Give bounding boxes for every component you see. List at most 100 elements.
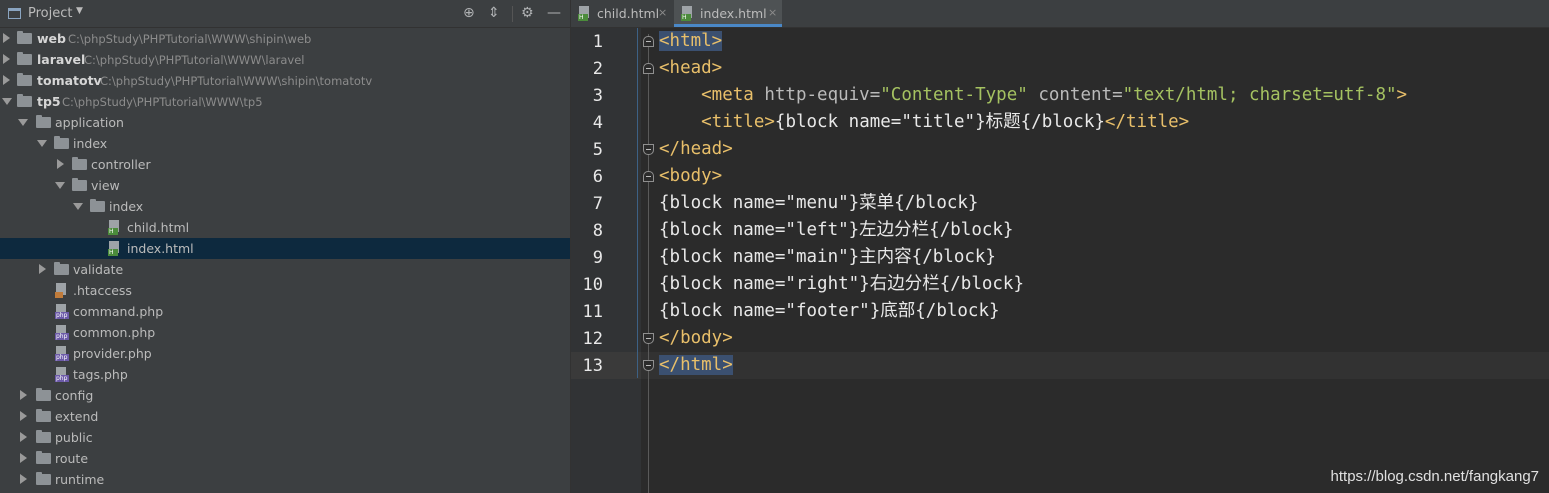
tree-item-validate[interactable]: validate — [0, 259, 570, 280]
chevron-down-icon[interactable] — [18, 119, 28, 126]
code-line-12[interactable]: </body> — [659, 325, 733, 352]
code-token: {block name="menu"}菜单{/block} — [659, 193, 979, 213]
chevron-down-icon[interactable] — [73, 203, 83, 210]
chevron-right-icon[interactable] — [57, 159, 64, 169]
chevron-right-icon[interactable] — [3, 33, 10, 43]
code-token: {block name="left"}左边分栏{/block} — [659, 220, 1014, 240]
chevron-right-icon[interactable] — [3, 54, 10, 64]
tree-item-htaccess[interactable]: .htaccess — [0, 280, 570, 301]
close-icon[interactable]: × — [768, 6, 777, 19]
tree-item-index-html[interactable]: H index.html — [0, 238, 570, 259]
folder-icon — [17, 94, 32, 107]
tree-item-laravel[interactable]: laravel C:\phpStudy\PHPTutorial\WWW\lara… — [0, 49, 570, 70]
tree-item-tomatotv[interactable]: tomatotv C:\phpStudy\PHPTutorial\WWW\shi… — [0, 70, 570, 91]
tree-item-route[interactable]: route — [0, 448, 570, 469]
fold-toggle-icon[interactable] — [643, 63, 654, 74]
tree-item-application[interactable]: application — [0, 112, 570, 133]
tree-item-common-php[interactable]: php common.php — [0, 322, 570, 343]
tree-item-label: view — [91, 178, 120, 193]
line-number: 8 — [592, 221, 603, 241]
tree-item-label: tomatotv — [37, 73, 102, 88]
chevron-down-icon[interactable] — [55, 182, 65, 189]
tree-item-runtime[interactable]: runtime — [0, 469, 570, 490]
fold-guide-line — [648, 34, 649, 493]
chevron-right-icon[interactable] — [20, 432, 27, 442]
chevron-down-icon[interactable]: ▼ — [76, 6, 83, 16]
gear-icon[interactable]: ⚙ — [521, 5, 534, 21]
php-file-icon: php — [55, 304, 69, 319]
chevron-right-icon[interactable] — [20, 411, 27, 421]
line-number: 13 — [582, 356, 603, 376]
tree-item-provider-php[interactable]: php provider.php — [0, 343, 570, 364]
fold-toggle-icon[interactable] — [643, 360, 654, 371]
tree-item-label: index.html — [127, 241, 194, 256]
tree-item-label: config — [55, 388, 94, 403]
php-file-icon: php — [55, 367, 69, 382]
chevron-down-icon[interactable] — [37, 140, 47, 147]
tree-item-controller[interactable]: controller — [0, 154, 570, 175]
tree-item-public[interactable]: public — [0, 427, 570, 448]
line-number: 1 — [592, 32, 603, 52]
tree-item-label: index — [73, 136, 108, 151]
code-token: > — [1396, 85, 1408, 105]
chevron-right-icon[interactable] — [3, 75, 10, 85]
minimize-icon[interactable]: — — [547, 5, 561, 21]
tree-item-tags-php[interactable]: php tags.php — [0, 364, 570, 385]
chevron-down-icon[interactable] — [2, 98, 12, 105]
code-line-13[interactable]: </html> — [659, 352, 733, 379]
tree-item-web[interactable]: web C:\phpStudy\PHPTutorial\WWW\shipin\w… — [0, 28, 570, 49]
chevron-right-icon[interactable] — [20, 453, 27, 463]
html-file-icon: H — [108, 220, 121, 235]
tree-item-config[interactable]: config — [0, 385, 570, 406]
target-icon[interactable]: ⊕ — [463, 5, 475, 21]
code-line-6[interactable]: <body> — [659, 163, 722, 190]
code-token: {block name="title"}标题{/block} — [774, 112, 1105, 132]
tree-item-extend[interactable]: extend — [0, 406, 570, 427]
folder-icon — [17, 73, 32, 86]
code-line-8[interactable]: {block name="left"}左边分栏{/block} — [659, 217, 1013, 244]
code-line-11[interactable]: {block name="footer"}底部{/block} — [659, 298, 1000, 325]
code-editor[interactable]: H child.html × H index.html × 1 2 3 4 5 … — [571, 0, 1549, 493]
code-line-2[interactable]: <head> — [659, 55, 722, 82]
chevron-right-icon[interactable] — [20, 390, 27, 400]
tree-item-label: extend — [55, 409, 99, 424]
fold-toggle-icon[interactable] — [643, 144, 654, 155]
line-number: 11 — [582, 302, 603, 322]
tab-index-html[interactable]: H index.html × — [674, 0, 782, 27]
project-view-selector[interactable]: Project — [28, 6, 72, 21]
tree-item-label: tp5 — [37, 94, 61, 109]
code-line-7[interactable]: {block name="menu"}菜单{/block} — [659, 190, 978, 217]
fold-toggle-icon[interactable] — [643, 333, 654, 344]
html-file-icon: H — [681, 6, 694, 21]
chevron-right-icon[interactable] — [20, 474, 27, 484]
tree-item-view-index[interactable]: index — [0, 196, 570, 217]
code-line-3[interactable]: <meta http-equiv="Content-Type" content=… — [659, 82, 1407, 109]
php-file-icon: php — [55, 346, 69, 361]
code-token: {block name="main"}主内容{/block} — [659, 247, 996, 267]
close-icon[interactable]: × — [658, 6, 667, 19]
tree-item-label: laravel — [37, 52, 86, 67]
tree-item-tp5[interactable]: tp5 C:\phpStudy\PHPTutorial\WWW\tp5 — [0, 91, 570, 112]
tree-item-label: runtime — [55, 472, 105, 487]
code-token: <head> — [659, 58, 723, 78]
tab-child-html[interactable]: H child.html × — [571, 0, 673, 27]
tree-item-label: tags.php — [73, 367, 128, 382]
code-token: </head> — [659, 139, 733, 159]
tree-item-child-html[interactable]: H child.html — [0, 217, 570, 238]
code-line-9[interactable]: {block name="main"}主内容{/block} — [659, 244, 996, 271]
code-line-1[interactable]: <html> — [659, 28, 723, 55]
code-line-5[interactable]: </head> — [659, 136, 733, 163]
code-line-10[interactable]: {block name="right"}右边分栏{/block} — [659, 271, 1024, 298]
current-line-highlight — [641, 352, 1549, 379]
chevron-right-icon[interactable] — [39, 264, 46, 274]
tree-item-index-folder[interactable]: index — [0, 133, 570, 154]
fold-toggle-icon[interactable] — [643, 171, 654, 182]
code-line-4[interactable]: <title>{block name="title"}标题{/block}</t… — [659, 109, 1189, 136]
collapse-all-icon[interactable]: ⇕ — [488, 5, 500, 21]
tree-item-command-php[interactable]: php command.php — [0, 301, 570, 322]
php-file-icon: php — [55, 325, 69, 340]
tree-item-view[interactable]: view — [0, 175, 570, 196]
html-file-icon: H — [108, 241, 121, 256]
folder-icon — [54, 262, 69, 275]
fold-toggle-icon[interactable] — [643, 36, 654, 47]
